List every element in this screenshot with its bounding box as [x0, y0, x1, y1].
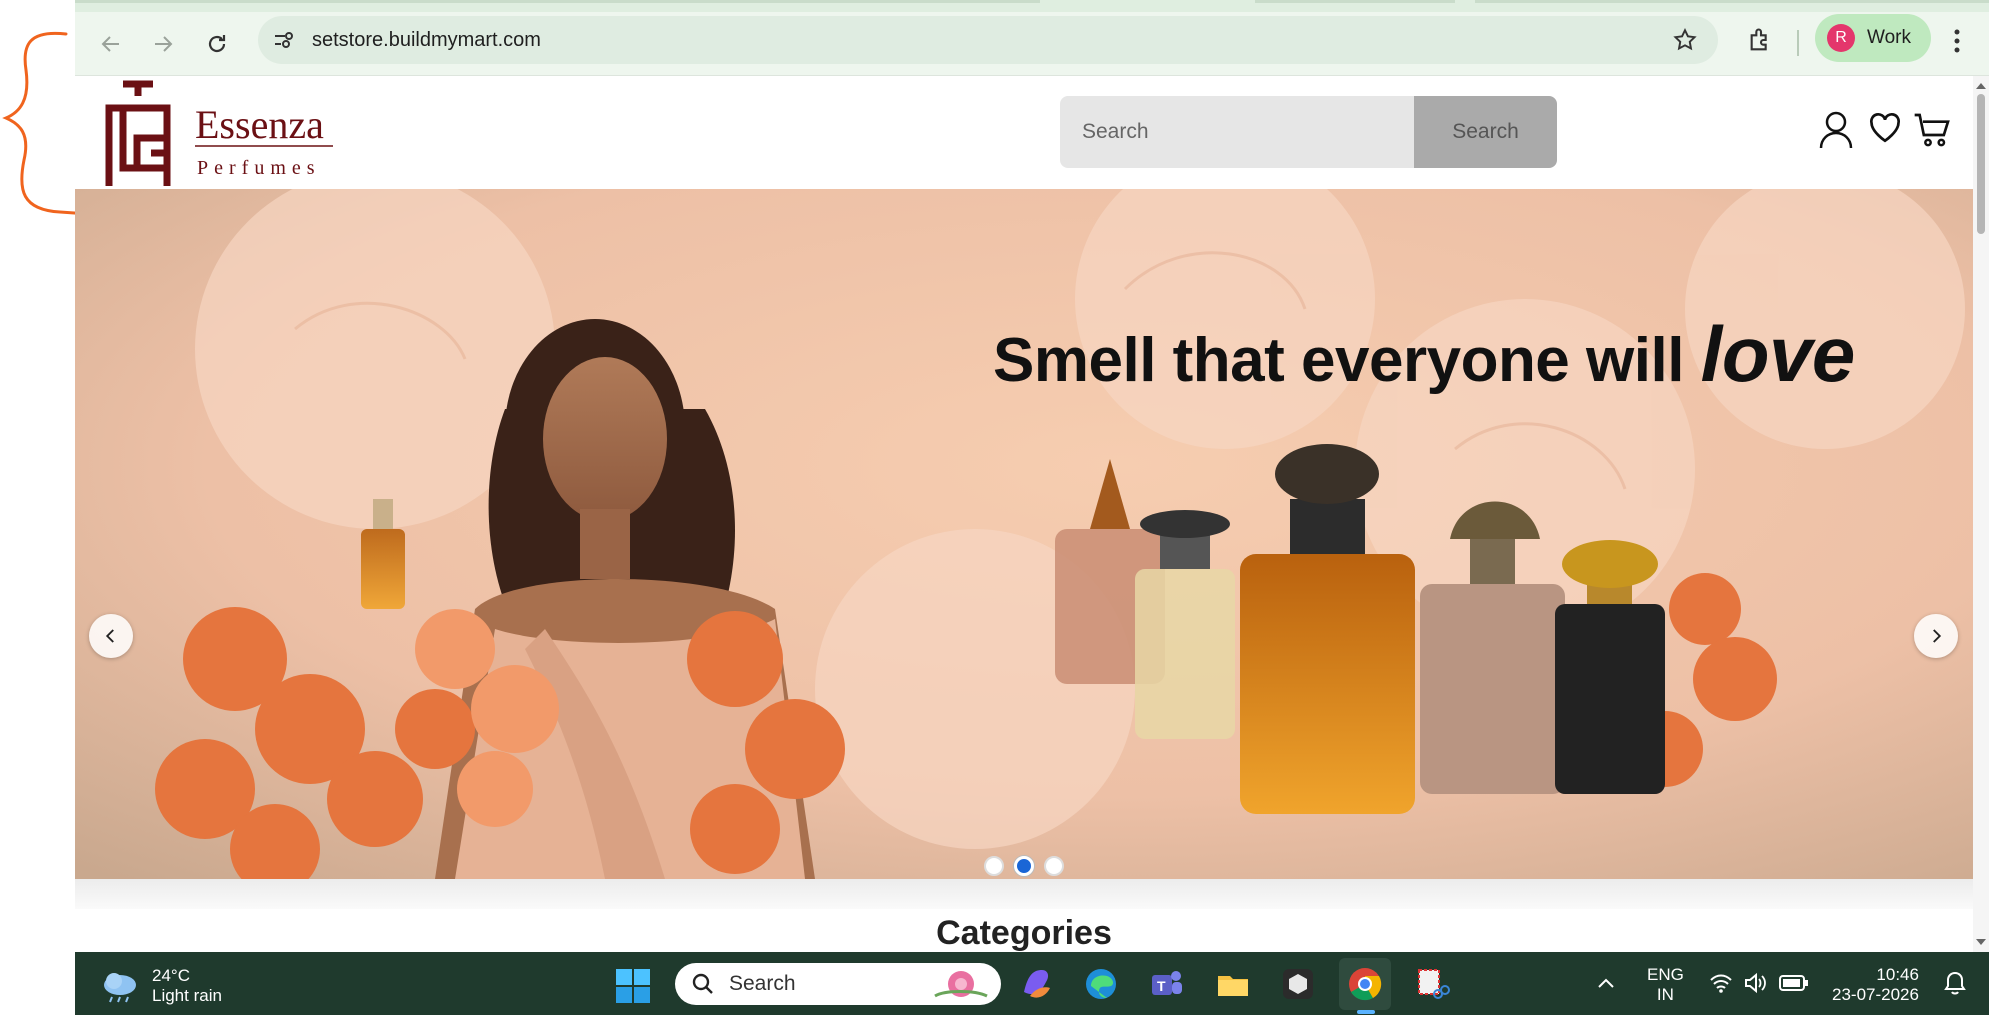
show-hidden-icons-chevron-icon[interactable]: [1596, 976, 1616, 990]
carousel-indicators: [984, 856, 1064, 876]
search-icon: [692, 973, 713, 994]
url-text[interactable]: setstore.buildmymart.com: [312, 29, 541, 52]
site-info-icon[interactable]: [272, 28, 296, 52]
hero-carousel: Smell that everyone will love: [75, 189, 1973, 879]
carousel-next-button[interactable]: [1914, 614, 1958, 658]
back-arrow-icon: [101, 36, 119, 52]
windows-taskbar: 24°C Light rain Search T ENG IN 10:46 23…: [75, 952, 1989, 1015]
account-icon[interactable]: [1818, 110, 1854, 150]
scrollbar-thumb[interactable]: [1977, 94, 1985, 234]
teams-icon[interactable]: T: [1148, 966, 1184, 1002]
svg-text:Perfumes: Perfumes: [197, 157, 321, 179]
region-code: IN: [1656, 985, 1674, 1004]
hero-headline-emphasis: love: [1700, 310, 1856, 398]
profile-avatar: R: [1827, 24, 1855, 52]
chevron-left-icon: [105, 629, 114, 643]
profile-label: Work: [1867, 27, 1911, 48]
search-input[interactable]: [1060, 96, 1414, 168]
carousel-dot-3[interactable]: [1044, 856, 1064, 876]
hero-banner-image: [75, 189, 1973, 879]
search-button[interactable]: Search: [1414, 96, 1557, 168]
cloud-rain-icon: [104, 973, 136, 1003]
app-cube-icon[interactable]: [1280, 966, 1316, 1002]
active-app-indicator: [1357, 1010, 1375, 1014]
chrome-icon[interactable]: [1347, 966, 1383, 1002]
edge-icon[interactable]: [1083, 966, 1119, 1002]
web-page: Essenza Perfumes Search Search Smell tha…: [75, 76, 1973, 952]
taskbar-search-label: Search: [729, 972, 796, 995]
language-code: ENG: [1647, 965, 1684, 984]
chevron-right-icon: [1933, 629, 1942, 643]
language-indicator[interactable]: ENG IN: [1647, 965, 1684, 1005]
notification-bell-icon[interactable]: [1943, 970, 1967, 996]
svg-text:T: T: [1157, 978, 1166, 994]
weather-temperature: 24°C: [152, 966, 190, 985]
carousel-dot-1[interactable]: [984, 856, 1004, 876]
windows-start-icon[interactable]: [615, 968, 651, 1004]
wifi-icon[interactable]: [1709, 972, 1733, 994]
address-bar[interactable]: setstore.buildmymart.com: [258, 16, 1718, 64]
categories-heading: Categories: [936, 914, 1112, 952]
reload-icon: [208, 35, 226, 53]
bookmark-star-icon[interactable]: [1672, 27, 1698, 53]
system-clock[interactable]: 10:46 23-07-2026: [1832, 965, 1919, 1005]
page-scrollbar[interactable]: [1973, 76, 1989, 952]
browser-toolbar: setstore.buildmymart.com R Work: [75, 12, 1989, 76]
volume-icon[interactable]: [1743, 972, 1767, 994]
svg-text:Essenza: Essenza: [195, 102, 324, 147]
scroll-up-arrow-icon[interactable]: [1973, 80, 1989, 92]
essenza-perfumes-logo[interactable]: Essenza Perfumes: [103, 78, 333, 190]
forward-button[interactable]: [147, 28, 179, 60]
browser-menu-icon[interactable]: [1947, 26, 1967, 56]
weather-widget[interactable]: 24°C Light rain: [100, 966, 222, 1006]
hero-headline: Smell that everyone will love: [993, 309, 1855, 400]
clock-date: 23-07-2026: [1832, 985, 1919, 1004]
scroll-down-arrow-icon[interactable]: [1973, 936, 1989, 948]
tab-strip: [75, 0, 1989, 12]
copilot-icon[interactable]: [1018, 966, 1054, 1002]
back-button[interactable]: [95, 28, 127, 60]
flower-highlight-icon: [934, 971, 988, 998]
taskbar-search-box[interactable]: Search: [675, 963, 1001, 1005]
profile-chip[interactable]: R Work: [1815, 14, 1931, 62]
cart-icon[interactable]: [1913, 110, 1953, 150]
wishlist-heart-icon[interactable]: [1867, 110, 1903, 146]
snipping-tool-icon[interactable]: [1414, 966, 1450, 1002]
site-search: Search: [1060, 96, 1557, 168]
weather-condition: Light rain: [152, 986, 222, 1005]
reload-button[interactable]: [201, 28, 233, 60]
carousel-dot-2[interactable]: [1014, 856, 1034, 876]
hero-headline-text: Smell that everyone will: [993, 326, 1684, 395]
file-explorer-icon[interactable]: [1215, 966, 1251, 1002]
forward-arrow-icon: [155, 36, 173, 52]
battery-icon[interactable]: [1779, 974, 1809, 992]
extensions-icon[interactable]: [1747, 26, 1775, 54]
section-divider: [75, 879, 1973, 909]
clock-time: 10:46: [1876, 965, 1919, 984]
toolbar-separator: [1797, 30, 1799, 56]
carousel-prev-button[interactable]: [89, 614, 133, 658]
